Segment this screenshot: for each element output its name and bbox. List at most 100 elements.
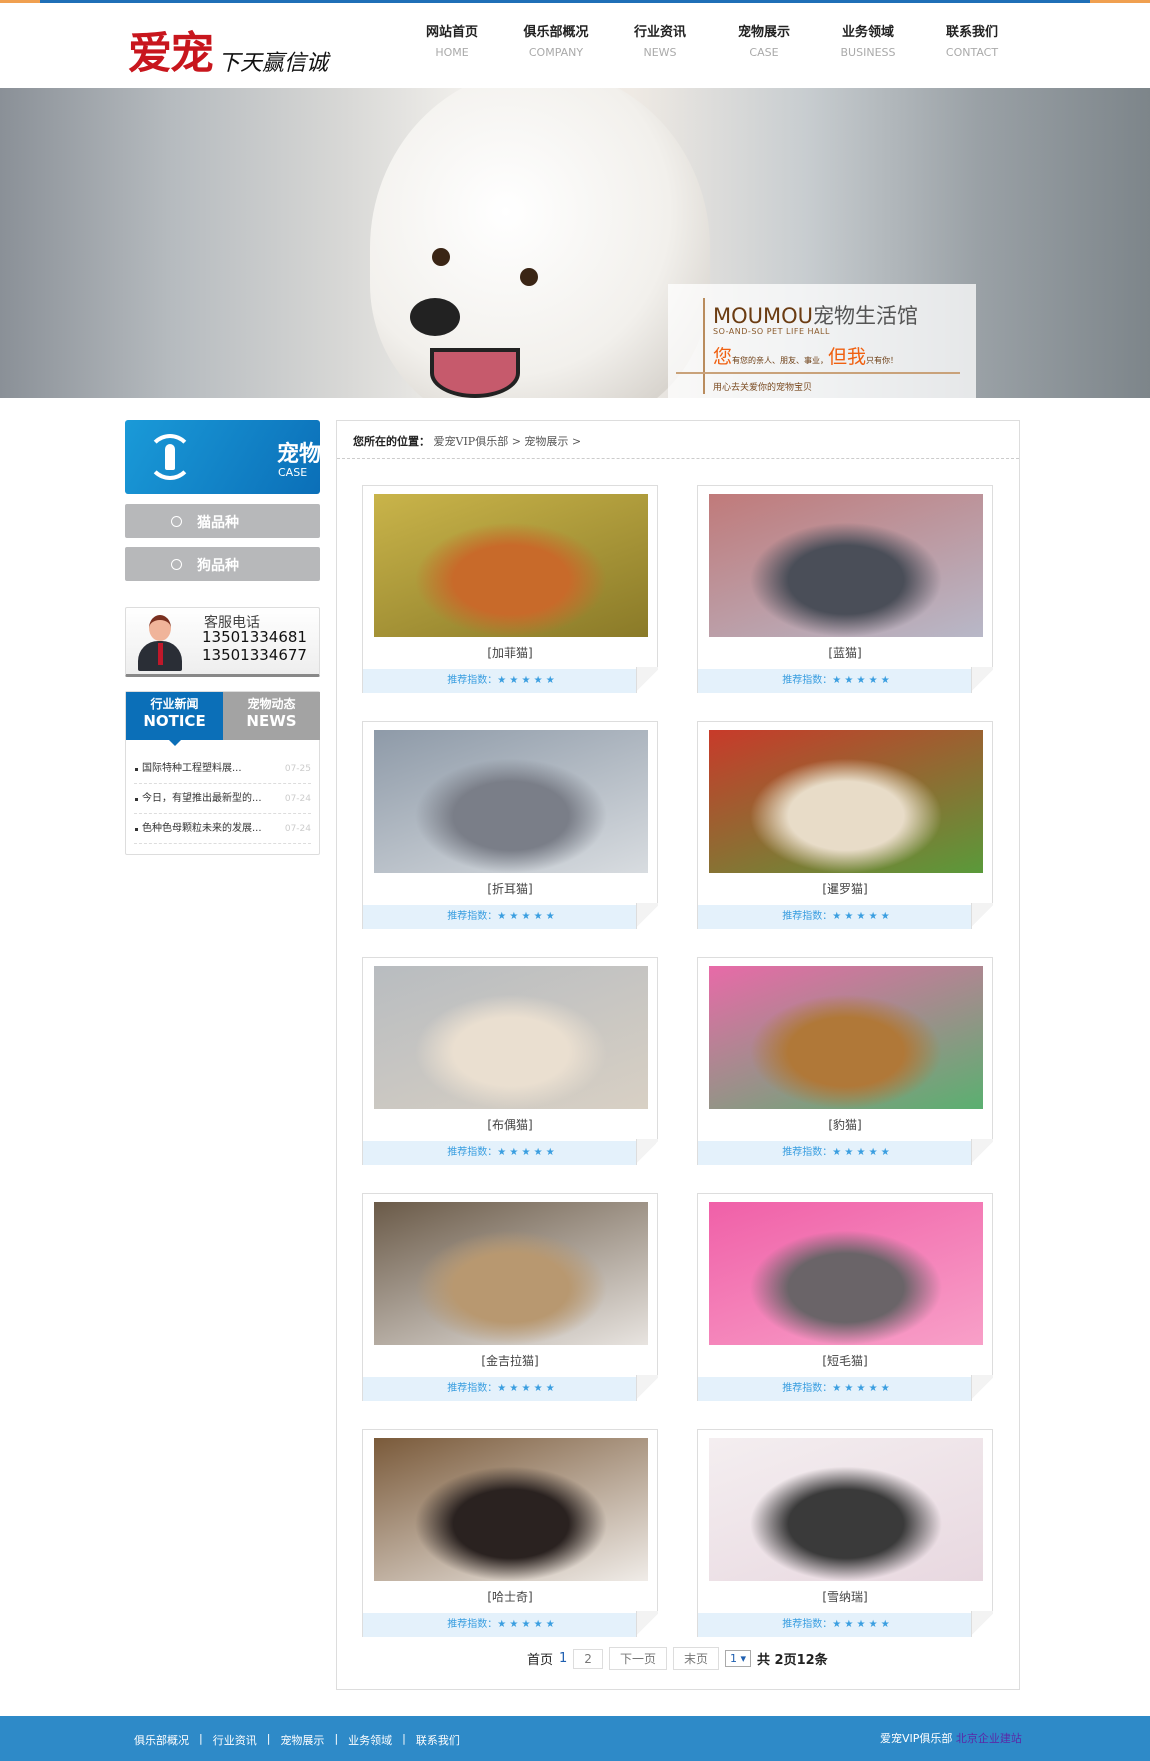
pet-card[interactable]: [金吉拉猫] 推荐指数：★ ★ ★ ★ ★ bbox=[362, 1193, 658, 1401]
pet-name[interactable]: [暹罗猫] bbox=[698, 880, 992, 897]
rating-bar: 推荐指数：★ ★ ★ ★ ★ bbox=[363, 905, 639, 929]
nav-label: 俱乐部概况 bbox=[523, 25, 589, 40]
news-date: 07-25 bbox=[284, 764, 311, 774]
pet-card[interactable]: [豹猫] 推荐指数：★ ★ ★ ★ ★ bbox=[697, 957, 993, 1165]
sidebar-item-label: 猫品种 bbox=[197, 515, 239, 531]
pet-photo[interactable] bbox=[374, 494, 648, 637]
footer-link[interactable]: 联系我们 bbox=[416, 1732, 460, 1748]
logo-brand: 爱宠 bbox=[128, 28, 214, 79]
pet-card[interactable]: [布偶猫] 推荐指数：★ ★ ★ ★ ★ bbox=[362, 957, 658, 1165]
nav-item-company[interactable]: 俱乐部概况 COMPANY bbox=[504, 21, 608, 59]
nav-item-news[interactable]: 行业资讯 NEWS bbox=[608, 21, 712, 59]
star-icons: ★ ★ ★ ★ ★ bbox=[497, 911, 555, 922]
nav-item-home[interactable]: 网站首页 HOME bbox=[400, 21, 504, 59]
rating-bar: 推荐指数：★ ★ ★ ★ ★ bbox=[698, 905, 974, 929]
separator: | bbox=[199, 1732, 203, 1745]
pet-name[interactable]: [折耳猫] bbox=[363, 880, 657, 897]
footer-copyright: 爱宠VIP俱乐部 北京企业建站 bbox=[880, 1732, 1022, 1745]
pet-card[interactable]: [暹罗猫] 推荐指数：★ ★ ★ ★ ★ bbox=[697, 721, 993, 929]
pet-card[interactable]: [蓝猫] 推荐指数：★ ★ ★ ★ ★ bbox=[697, 485, 993, 693]
promo-box: MOUMOU宠物生活馆 SO-AND-SO PET LIFE HALL 您有您的… bbox=[668, 284, 976, 398]
sidebar-subtitle: CASE bbox=[278, 466, 308, 479]
pet-name[interactable]: [哈士奇] bbox=[363, 1588, 657, 1605]
logo[interactable]: 爱宠 下天赢信诚 bbox=[128, 17, 328, 81]
pet-name[interactable]: [加菲猫] bbox=[363, 644, 657, 661]
nav-label: 联系我们 bbox=[945, 25, 998, 40]
footer-links: 俱乐部概况 | 行业资讯 | 宠物展示 | 业务领域 | 联系我们 bbox=[134, 1732, 460, 1748]
phone-number: 13501334681 bbox=[202, 628, 307, 646]
pagination: 首页 1 2 下一页 末页 1 ▾ 共 2页12条 bbox=[527, 1647, 828, 1670]
rating-bar: 推荐指数：★ ★ ★ ★ ★ bbox=[363, 669, 639, 693]
page-fold-corner bbox=[971, 1375, 993, 1401]
footer-site-link[interactable]: 北京企业建站 bbox=[956, 1732, 1022, 1745]
pet-card[interactable]: [折耳猫] 推荐指数：★ ★ ★ ★ ★ bbox=[362, 721, 658, 929]
news-title: 色种色母颗粒未来的发展... bbox=[142, 823, 262, 834]
page-select[interactable]: 1 ▾ bbox=[724, 1650, 751, 1667]
footer-link[interactable]: 业务领域 bbox=[348, 1732, 392, 1748]
pet-photo[interactable] bbox=[374, 966, 648, 1109]
star-icons: ★ ★ ★ ★ ★ bbox=[832, 1383, 890, 1394]
first-page-link[interactable]: 首页 bbox=[527, 1649, 553, 1668]
page-fold-corner bbox=[971, 903, 993, 929]
nav-item-case[interactable]: 宠物展示 CASE bbox=[712, 21, 816, 59]
nav-label: 行业资讯 bbox=[633, 25, 686, 40]
nav-sublabel: HOME bbox=[435, 46, 469, 59]
page-fold-corner bbox=[636, 667, 658, 693]
star-icons: ★ ★ ★ ★ ★ bbox=[832, 911, 890, 922]
pet-name[interactable]: [蓝猫] bbox=[698, 644, 992, 661]
breadcrumb-link-case[interactable]: 宠物展示 bbox=[524, 435, 568, 448]
pet-card[interactable]: [哈士奇] 推荐指数：★ ★ ★ ★ ★ bbox=[362, 1429, 658, 1637]
next-page-button[interactable]: 下一页 bbox=[608, 1647, 667, 1670]
tab-news[interactable]: 宠物动态 NEWS bbox=[223, 692, 320, 740]
news-item[interactable]: 色种色母颗粒未来的发展... 07-24 bbox=[134, 814, 311, 844]
sidebar-title: 宠物 bbox=[277, 442, 320, 467]
nav-sublabel: CASE bbox=[749, 46, 779, 59]
promo-line: 您有您的亲人、朋友、事业，但我只有你！ bbox=[713, 346, 899, 368]
nav-sublabel: NEWS bbox=[643, 46, 677, 59]
pet-photo[interactable] bbox=[374, 730, 648, 873]
page-2-button[interactable]: 2 bbox=[573, 1648, 603, 1669]
pet-name[interactable]: [布偶猫] bbox=[363, 1116, 657, 1133]
star-icons: ★ ★ ★ ★ ★ bbox=[497, 1619, 555, 1630]
sidebar-item-cats[interactable]: 猫品种 bbox=[125, 504, 320, 538]
pet-name[interactable]: [短毛猫] bbox=[698, 1352, 992, 1369]
nav-label: 网站首页 bbox=[425, 25, 478, 40]
breadcrumb: 您所在的位置： 爱宠VIP俱乐部 > 宠物展示 > bbox=[353, 435, 582, 448]
footer-link[interactable]: 宠物展示 bbox=[280, 1732, 324, 1748]
pet-photo[interactable] bbox=[709, 1438, 983, 1581]
rating-bar: 推荐指数：★ ★ ★ ★ ★ bbox=[363, 1141, 639, 1165]
news-box: 行业新闻 NOTICE 宠物动态 NEWS 国际特种工程塑料展... 07-25 今日，… bbox=[125, 691, 320, 855]
star-icons: ★ ★ ★ ★ ★ bbox=[497, 1147, 555, 1158]
news-item[interactable]: 国际特种工程塑料展... 07-25 bbox=[134, 754, 311, 784]
breadcrumb-link-home[interactable]: 爱宠VIP俱乐部 bbox=[434, 435, 509, 448]
pet-name[interactable]: [雪纳瑞] bbox=[698, 1588, 992, 1605]
sidebar-item-dogs[interactable]: 狗品种 bbox=[125, 547, 320, 581]
circle-icon bbox=[171, 516, 182, 527]
footer-link[interactable]: 俱乐部概况 bbox=[134, 1732, 189, 1748]
pet-photo[interactable] bbox=[709, 494, 983, 637]
pet-name[interactable]: [金吉拉猫] bbox=[363, 1352, 657, 1369]
pet-photo[interactable] bbox=[709, 1202, 983, 1345]
news-date: 07-24 bbox=[284, 794, 311, 804]
sidebar-header: 宠物 CASE bbox=[125, 420, 320, 494]
pet-card[interactable]: [加菲猫] 推荐指数：★ ★ ★ ★ ★ bbox=[362, 485, 658, 693]
nav-item-business[interactable]: 业务领域 BUSINESS bbox=[816, 21, 920, 59]
circle-icon bbox=[171, 559, 182, 570]
news-item[interactable]: 今日，有望推出最新型的... 07-24 bbox=[134, 784, 311, 814]
news-list: 国际特种工程塑料展... 07-25 今日，有望推出最新型的... 07-24 色种色母… bbox=[134, 754, 311, 844]
pet-photo[interactable] bbox=[374, 1438, 648, 1581]
star-icons: ★ ★ ★ ★ ★ bbox=[832, 675, 890, 686]
pet-name[interactable]: [豹猫] bbox=[698, 1116, 992, 1133]
pet-photo[interactable] bbox=[709, 966, 983, 1109]
rating-bar: 推荐指数：★ ★ ★ ★ ★ bbox=[698, 1141, 974, 1165]
pet-card[interactable]: [雪纳瑞] 推荐指数：★ ★ ★ ★ ★ bbox=[697, 1429, 993, 1637]
footer-link[interactable]: 行业资讯 bbox=[213, 1732, 257, 1748]
nav-item-contact[interactable]: 联系我们 CONTACT bbox=[920, 21, 1024, 59]
tab-notice[interactable]: 行业新闻 NOTICE bbox=[126, 692, 223, 746]
nav-sublabel: BUSINESS bbox=[840, 46, 896, 59]
page-fold-corner bbox=[636, 1611, 658, 1637]
pet-photo[interactable] bbox=[709, 730, 983, 873]
pet-photo[interactable] bbox=[374, 1202, 648, 1345]
pet-card[interactable]: [短毛猫] 推荐指数：★ ★ ★ ★ ★ bbox=[697, 1193, 993, 1401]
last-page-button[interactable]: 末页 bbox=[672, 1647, 719, 1670]
